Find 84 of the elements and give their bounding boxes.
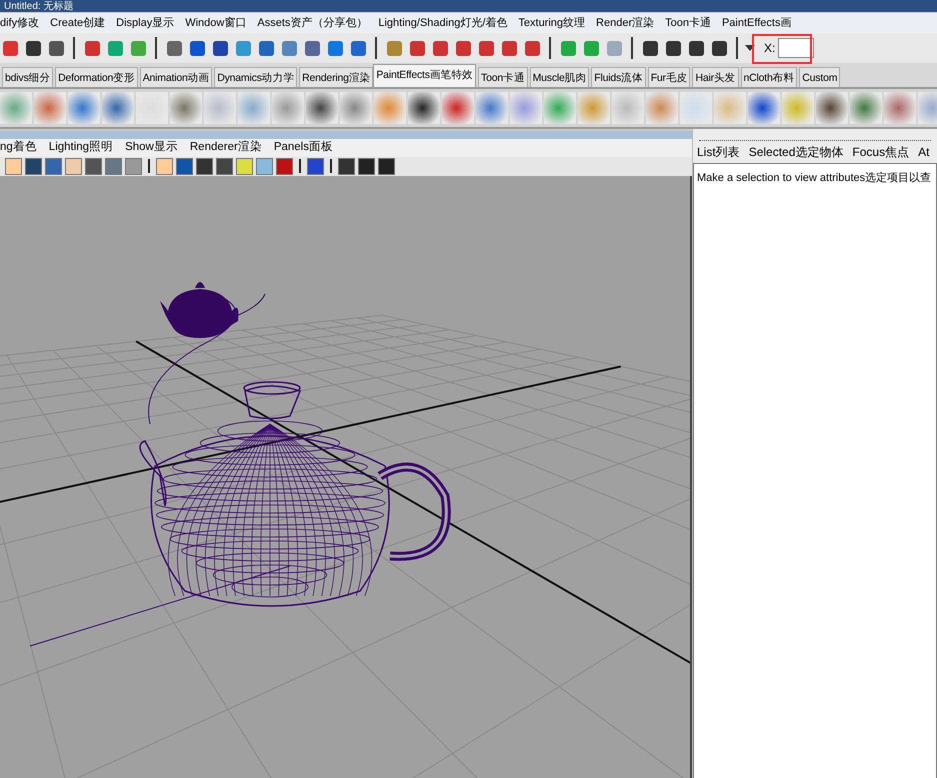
toolbar-icon[interactable]: [640, 38, 660, 58]
menu-item[interactable]: Texturing纹理: [518, 14, 586, 32]
shelf-tab[interactable]: nCloth布料: [740, 67, 798, 87]
attribute-menu-item[interactable]: Selected选定物体: [748, 143, 844, 161]
menu-item[interactable]: Show显示: [125, 139, 178, 156]
brush-thumbnail[interactable]: [68, 92, 100, 124]
x-field-label: X:: [764, 40, 776, 57]
shelf-tab[interactable]: Dynamics动力学: [214, 67, 298, 87]
shelf-tab[interactable]: Fluids流体: [591, 67, 646, 87]
viewport-tool-icon[interactable]: [216, 158, 233, 175]
brush-thumbnail[interactable]: [340, 92, 372, 124]
brush-thumbnail[interactable]: [510, 92, 542, 124]
shelf-tab[interactable]: Rendering渲染: [299, 67, 374, 87]
shelf-tab[interactable]: Fur毛皮: [648, 67, 690, 87]
brush-thumbnail[interactable]: [476, 92, 508, 124]
menu-item[interactable]: dify修改: [0, 14, 40, 32]
brush-thumbnail[interactable]: [748, 92, 780, 124]
window-title: Untitled: 无标题: [3, 0, 74, 12]
shelf-tab[interactable]: PaintEffects画笔特效: [373, 64, 476, 87]
menu-item[interactable]: Create创建: [50, 14, 106, 32]
toolbar-icon[interactable]: [210, 38, 230, 58]
brush-thumbnail[interactable]: [408, 92, 440, 124]
toolbar-icon[interactable]: [686, 38, 706, 58]
shelf-tab[interactable]: Muscle肌肉: [530, 67, 590, 87]
toolbar-icon[interactable]: [187, 38, 207, 58]
toolbar-icon[interactable]: [302, 38, 322, 58]
toolbar-icon[interactable]: [46, 38, 66, 58]
menu-item[interactable]: Render渲染: [596, 14, 654, 32]
shelf-tab[interactable]: Hair头发: [692, 67, 739, 87]
menu-item[interactable]: Display显示: [116, 14, 174, 32]
brush-thumbnail[interactable]: [374, 92, 406, 124]
toolbar-icon[interactable]: [348, 38, 368, 58]
toolbar-icon[interactable]: [256, 38, 276, 58]
shelf-tab[interactable]: Animation动画: [140, 67, 212, 87]
brush-thumbnail[interactable]: [204, 92, 236, 124]
brush-thumbnail[interactable]: [306, 92, 338, 124]
menu-item[interactable]: Panels面板: [274, 139, 333, 156]
menu-item[interactable]: PaintEffects画: [722, 14, 792, 32]
attribute-menu-item[interactable]: Focus焦点: [852, 143, 910, 161]
menu-item[interactable]: Lighting照明: [48, 139, 114, 156]
brush-thumbnail[interactable]: [680, 92, 712, 124]
shelf-tab[interactable]: bdivs细分: [2, 67, 54, 87]
brush-thumbnail[interactable]: [170, 92, 202, 124]
brush-thumbnail[interactable]: [272, 92, 304, 124]
brush-thumbnail[interactable]: [102, 92, 134, 124]
viewport-tool-icon[interactable]: [358, 158, 375, 175]
attribute-menu-item[interactable]: List列表: [697, 143, 740, 161]
highlight-box: [752, 34, 812, 64]
brush-thumbnail[interactable]: [850, 92, 882, 124]
viewport-tool-icon[interactable]: [378, 158, 395, 175]
brush-thumbnail[interactable]: [578, 92, 610, 124]
brush-thumbnail[interactable]: [884, 92, 916, 124]
menu-item[interactable]: Renderer渲染: [190, 139, 262, 156]
menu-item[interactable]: ng着色: [0, 139, 37, 156]
x-input-field[interactable]: [778, 38, 814, 58]
shelf-tab[interactable]: Toon卡通: [478, 67, 528, 87]
brush-thumbnail[interactable]: [714, 92, 746, 124]
brush-thumbnail[interactable]: [544, 92, 576, 124]
brush-thumbnail[interactable]: [646, 92, 678, 124]
viewport-tool-icon[interactable]: [176, 158, 193, 175]
brush-thumbnail[interactable]: [816, 92, 848, 124]
viewport-tool-icon[interactable]: [85, 158, 102, 175]
toolbar-icon[interactable]: [23, 38, 43, 58]
menu-item[interactable]: Window窗口: [185, 14, 246, 32]
viewport-tool-icon[interactable]: [338, 158, 355, 175]
viewport-tool-icon[interactable]: [307, 158, 324, 175]
toolbar-icon[interactable]: [663, 38, 683, 58]
shelf-tab[interactable]: Custom: [799, 67, 840, 87]
toolbar-icon[interactable]: [709, 38, 729, 58]
toolbar-icon[interactable]: [164, 38, 184, 58]
brush-thumbnail[interactable]: [0, 92, 32, 124]
selection-hint: Make a selection to view attributes选定项目以查: [697, 172, 932, 184]
viewport-tool-icon[interactable]: [196, 158, 213, 175]
menu-item[interactable]: Assets资产（分享包）: [257, 14, 368, 32]
brush-thumbnail[interactable]: [34, 92, 66, 124]
attribute-menu-item[interactable]: At: [918, 143, 930, 161]
menu-item[interactable]: Toon卡通: [665, 14, 711, 32]
brush-thumbnail[interactable]: [238, 92, 270, 124]
menu-item[interactable]: Lighting/Shading灯光/着色: [378, 14, 508, 32]
brush-thumbnail[interactable]: [442, 92, 474, 124]
brush-thumbnail[interactable]: [782, 92, 814, 124]
viewport-tool-icon[interactable]: [25, 158, 42, 175]
brush-thumbnail[interactable]: [612, 92, 644, 124]
shelf-tab[interactable]: Deformation变形: [55, 67, 138, 87]
